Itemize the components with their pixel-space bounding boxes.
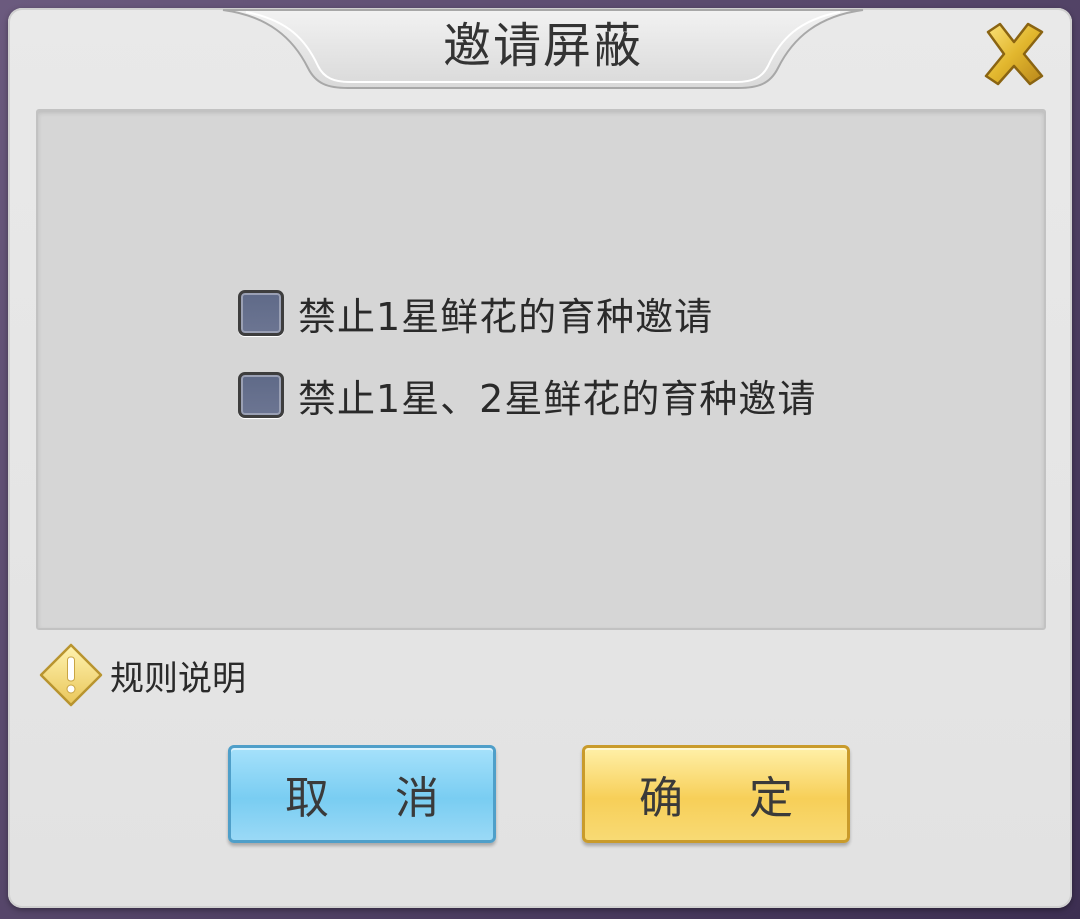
option-label: 禁止1星、2星鲜花的育种邀请 xyxy=(298,376,817,421)
option-block-1-star[interactable]: 禁止1星鲜花的育种邀请 xyxy=(238,283,713,343)
content-panel: 禁止1星鲜花的育种邀请 禁止1星、2星鲜花的育种邀请 xyxy=(36,109,1046,630)
title-plate: 邀请屏蔽 xyxy=(218,8,868,94)
confirm-button[interactable]: 确 定 xyxy=(582,745,850,843)
checkbox[interactable] xyxy=(238,372,284,418)
dialog-title: 邀请屏蔽 xyxy=(442,18,643,74)
close-x-icon xyxy=(984,22,1044,86)
rules-explanation-link[interactable]: 规则说明 xyxy=(38,640,246,710)
cancel-button[interactable]: 取 消 xyxy=(228,745,496,843)
option-block-1-2-star[interactable]: 禁止1星、2星鲜花的育种邀请 xyxy=(238,365,816,425)
checkbox[interactable] xyxy=(238,290,284,336)
option-label: 禁止1星鲜花的育种邀请 xyxy=(298,294,714,339)
invite-block-dialog: 邀请屏蔽 禁止1星鲜花的育种邀请 禁止1星、2星鲜花的育种邀请 规则说明 取 消… xyxy=(8,8,1072,908)
close-button[interactable] xyxy=(978,18,1050,90)
rules-label: 规则说明 xyxy=(110,658,246,699)
warning-diamond-icon xyxy=(39,643,103,707)
